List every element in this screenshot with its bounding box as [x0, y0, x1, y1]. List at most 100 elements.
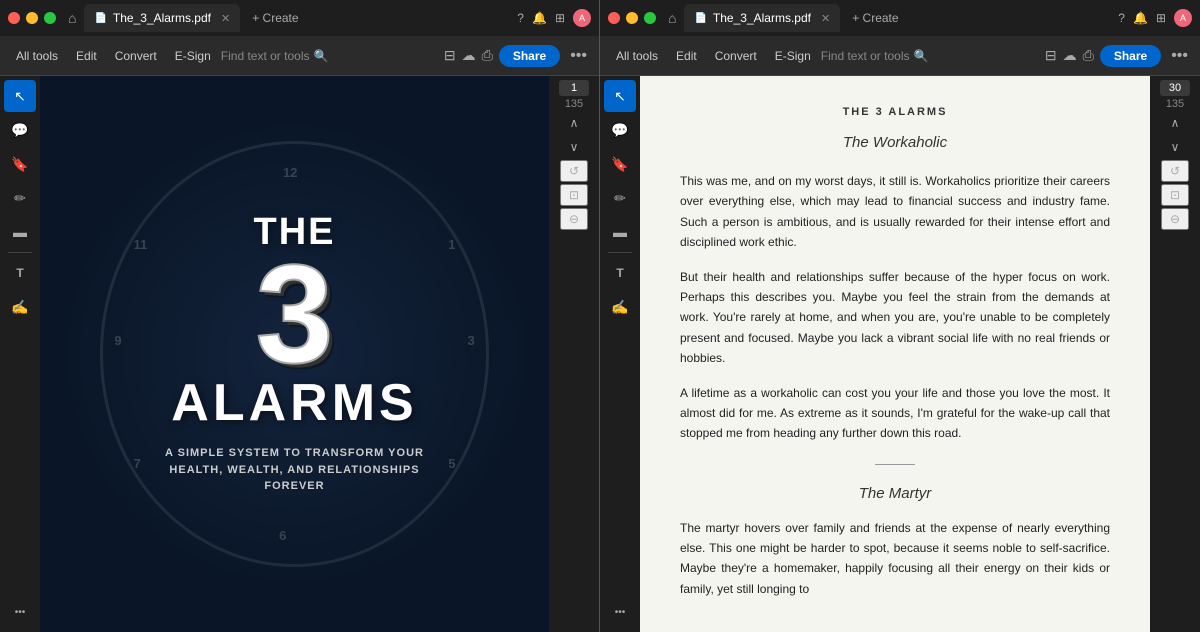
- right-redact-tool[interactable]: ▬: [604, 216, 636, 248]
- clock-12: 12: [283, 165, 297, 180]
- help-icon[interactable]: ?: [517, 11, 524, 25]
- avatar[interactable]: A: [573, 9, 591, 27]
- right-share-button[interactable]: Share: [1100, 45, 1161, 67]
- left-print-icon[interactable]: ⎙: [482, 47, 493, 64]
- left-convert-button[interactable]: Convert: [107, 45, 165, 67]
- left-zoom-btn[interactable]: ⊖: [560, 208, 588, 230]
- right-text-tool[interactable]: T: [604, 257, 636, 289]
- left-tab-active[interactable]: 📄 The_3_Alarms.pdf ✕: [84, 4, 240, 32]
- right-tool-divider: [608, 252, 632, 253]
- left-new-tab[interactable]: + Create: [244, 11, 306, 25]
- left-more-button[interactable]: •••: [566, 43, 591, 69]
- right-esign-button[interactable]: E-Sign: [767, 45, 819, 67]
- window-controls: [8, 12, 56, 24]
- right-share-label: Share: [1114, 49, 1147, 63]
- right-total-pages: 135: [1166, 98, 1184, 110]
- right-tab-close[interactable]: ✕: [821, 12, 830, 25]
- right-convert-label: Convert: [715, 49, 757, 63]
- left-search-icon: 🔍: [314, 49, 329, 63]
- chapter-title: THE 3 ALARMS: [680, 106, 1110, 118]
- right-edit-button[interactable]: Edit: [668, 45, 705, 67]
- left-tab-close[interactable]: ✕: [221, 12, 230, 25]
- right-pane: ⌂ 📄 The_3_Alarms.pdf ✕ + Create ? 🔔 ⊞ A …: [600, 0, 1200, 632]
- left-share-label: Share: [513, 49, 546, 63]
- right-current-page[interactable]: 30: [1160, 80, 1190, 96]
- left-freehand-tool[interactable]: ✍: [4, 291, 36, 323]
- left-pdf-area: 12 1 3 5 6 7 9 11 THE: [40, 76, 549, 632]
- left-page-down[interactable]: ∨: [560, 136, 588, 158]
- home-icon[interactable]: ⌂: [68, 10, 76, 26]
- right-window-controls: [608, 12, 656, 24]
- left-comment-tool[interactable]: 💬: [4, 114, 36, 146]
- left-more-tools[interactable]: •••: [4, 596, 36, 628]
- paragraph-4: The martyr hovers over family and friend…: [680, 518, 1110, 600]
- left-search-area[interactable]: Find text or tools 🔍: [221, 49, 329, 63]
- right-home-icon[interactable]: ⌂: [668, 10, 676, 26]
- right-text-area: THE 3 ALARMS The Workaholic This was me,…: [640, 76, 1150, 632]
- notification-icon[interactable]: 🔔: [532, 11, 547, 25]
- right-page-down[interactable]: ∨: [1161, 136, 1189, 158]
- left-refresh-btn[interactable]: ↺: [560, 160, 588, 182]
- left-tab-bar: ⌂ 📄 The_3_Alarms.pdf ✕ + Create ? 🔔 ⊞ A: [0, 0, 599, 36]
- right-more-button[interactable]: •••: [1167, 43, 1192, 69]
- right-search-area[interactable]: Find text or tools 🔍: [821, 49, 929, 63]
- right-notification-icon[interactable]: 🔔: [1133, 11, 1148, 25]
- right-bookmark-tool[interactable]: 🔖: [604, 148, 636, 180]
- right-content-area: ↖ 💬 🔖 ✏ ▬ T ✍ ••• THE 3 ALARMS The Worka…: [600, 76, 1200, 632]
- left-bookmark-tool[interactable]: 🔖: [4, 148, 36, 180]
- right-esign-label: E-Sign: [775, 49, 811, 63]
- right-freehand-tool[interactable]: ✍: [604, 291, 636, 323]
- left-cloud-icon[interactable]: ☁: [462, 47, 476, 64]
- left-page-up[interactable]: ∧: [560, 112, 588, 134]
- right-toolbar: All tools Edit Convert E-Sign Find text …: [600, 36, 1200, 76]
- left-panel-icon[interactable]: ⊟: [444, 47, 456, 64]
- close-button[interactable]: [8, 12, 20, 24]
- book-cover: 12 1 3 5 6 7 9 11 THE: [40, 76, 549, 632]
- right-zoom-btn[interactable]: ⊖: [1161, 208, 1189, 230]
- right-tab-active[interactable]: 📄 The_3_Alarms.pdf ✕: [684, 4, 840, 32]
- paragraph-1: This was me, and on my worst days, it st…: [680, 171, 1110, 253]
- right-tab-label: The_3_Alarms.pdf: [713, 11, 811, 25]
- right-highlight-tool[interactable]: ✏: [604, 182, 636, 214]
- right-print-icon[interactable]: ⎙: [1083, 47, 1094, 64]
- left-tab-label: The_3_Alarms.pdf: [113, 11, 211, 25]
- right-refresh-btn[interactable]: ↺: [1161, 160, 1189, 182]
- left-esign-button[interactable]: E-Sign: [167, 45, 219, 67]
- left-current-page[interactable]: 1: [559, 80, 589, 96]
- left-all-tools-button[interactable]: All tools: [8, 45, 66, 67]
- right-cloud-icon[interactable]: ☁: [1063, 47, 1077, 64]
- right-avatar[interactable]: A: [1174, 9, 1192, 27]
- left-cursor-tool[interactable]: ↖: [4, 80, 36, 112]
- right-page-up[interactable]: ∧: [1161, 112, 1189, 134]
- right-find-label: Find text or tools: [821, 49, 910, 63]
- pdf-icon: 📄: [94, 13, 106, 24]
- left-convert-label: Convert: [115, 49, 157, 63]
- right-convert-button[interactable]: Convert: [707, 45, 765, 67]
- right-all-tools-button[interactable]: All tools: [608, 45, 666, 67]
- right-close-button[interactable]: [608, 12, 620, 24]
- left-edit-button[interactable]: Edit: [68, 45, 105, 67]
- left-highlight-tool[interactable]: ✏: [4, 182, 36, 214]
- right-minimize-button[interactable]: [626, 12, 638, 24]
- maximize-button[interactable]: [44, 12, 56, 24]
- minimize-button[interactable]: [26, 12, 38, 24]
- right-panel-icon[interactable]: ⊟: [1045, 47, 1057, 64]
- left-pdf-scroll[interactable]: 12 1 3 5 6 7 9 11 THE: [40, 76, 549, 632]
- right-more-tools[interactable]: •••: [604, 596, 636, 628]
- right-maximize-button[interactable]: [644, 12, 656, 24]
- right-all-tools-label: All tools: [616, 49, 658, 63]
- right-cursor-tool[interactable]: ↖: [604, 80, 636, 112]
- left-share-button[interactable]: Share: [499, 45, 560, 67]
- right-comment-tool[interactable]: 💬: [604, 114, 636, 146]
- left-fit-btn[interactable]: ⊡: [560, 184, 588, 206]
- right-new-tab[interactable]: + Create: [844, 11, 906, 25]
- left-all-tools-label: All tools: [16, 49, 58, 63]
- left-text-tool[interactable]: T: [4, 257, 36, 289]
- left-redact-tool[interactable]: ▬: [4, 216, 36, 248]
- right-help-icon[interactable]: ?: [1118, 11, 1125, 25]
- left-content-area: ↖ 💬 🔖 ✏ ▬ T ✍ •••: [0, 76, 599, 632]
- right-fit-btn[interactable]: ⊡: [1161, 184, 1189, 206]
- right-apps-icon[interactable]: ⊞: [1156, 11, 1166, 25]
- apps-icon[interactable]: ⊞: [555, 11, 565, 25]
- section-divider: [875, 464, 915, 465]
